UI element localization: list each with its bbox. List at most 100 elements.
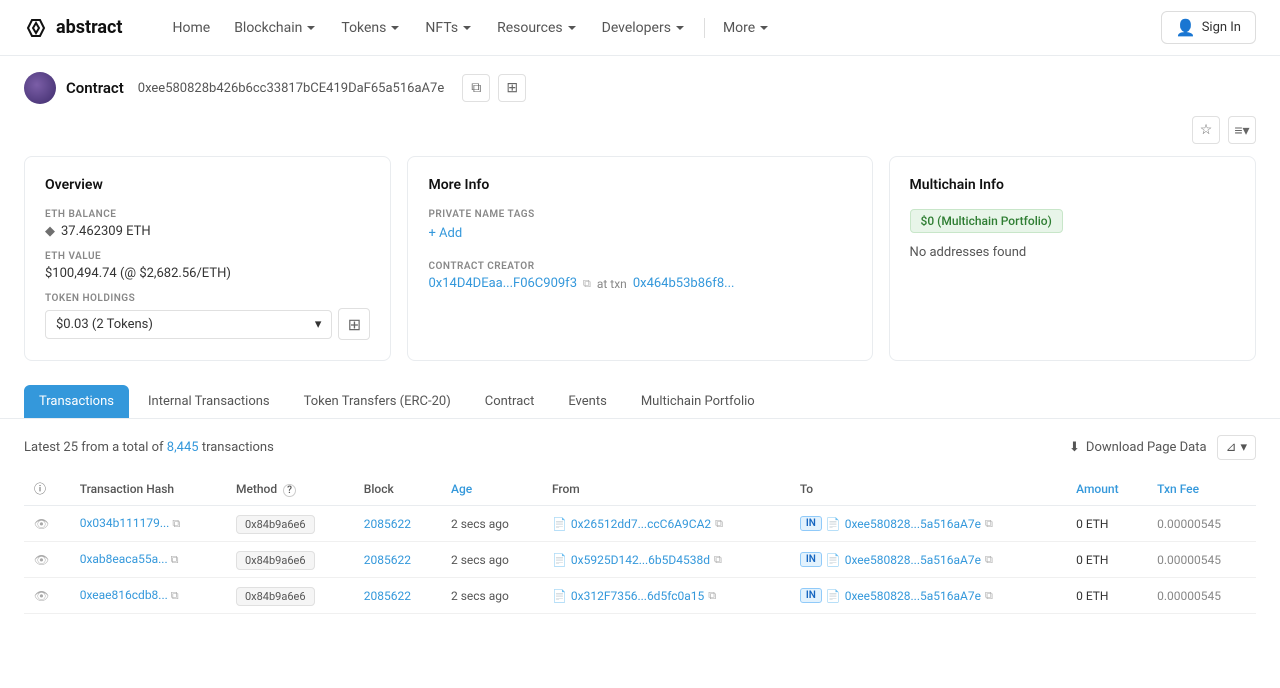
- creator-txn-link[interactable]: 0x464b53b86f8...: [633, 276, 735, 291]
- tab-internal-transactions[interactable]: Internal Transactions: [133, 385, 285, 418]
- toolbar: ☆ ≡▾: [0, 104, 1280, 148]
- method-info-icon[interactable]: ?: [283, 484, 296, 497]
- col-txn-fee: Txn Fee: [1147, 472, 1256, 506]
- nav-developers[interactable]: Developers: [592, 14, 696, 42]
- tab-multichain-portfolio[interactable]: Multichain Portfolio: [626, 385, 770, 418]
- table-row: 👁 0xab8eaca55a... ⧉ 0x84b9a6e6 2085622 2…: [24, 542, 1256, 578]
- eye-icon[interactable]: 👁: [34, 517, 49, 531]
- block-link[interactable]: 2085622: [364, 589, 411, 603]
- from-address-link[interactable]: 0x5925D142...6b5D4538d: [571, 553, 710, 567]
- col-amount: Amount: [1066, 472, 1147, 506]
- block-link[interactable]: 2085622: [364, 517, 411, 531]
- nav-tokens[interactable]: Tokens: [331, 14, 411, 42]
- star-button[interactable]: ☆: [1192, 116, 1220, 144]
- nav-nfts[interactable]: NFTs: [415, 14, 483, 42]
- list-view-button[interactable]: ≡▾: [1228, 116, 1256, 144]
- row-hash: 0xeae816cdb8... ⧉: [70, 578, 226, 614]
- logo[interactable]: abstract: [24, 16, 123, 40]
- row-block: 2085622: [354, 578, 441, 614]
- tx-hash-link[interactable]: 0x034b111179...: [80, 516, 170, 530]
- copy-hash-icon[interactable]: ⧉: [171, 589, 179, 602]
- contract-creator-label: CONTRACT CREATOR: [428, 261, 851, 272]
- block-link[interactable]: 2085622: [364, 553, 411, 567]
- row-eye: 👁: [24, 578, 70, 614]
- tab-token-transfers[interactable]: Token Transfers (ERC-20): [289, 385, 466, 418]
- token-grid-button[interactable]: ⊞: [338, 308, 370, 340]
- nav-home[interactable]: Home: [163, 14, 221, 42]
- row-amount: 0 ETH: [1066, 578, 1147, 614]
- to-address-link[interactable]: 0xee580828...5a516aA7e: [845, 553, 981, 567]
- tab-events[interactable]: Events: [553, 385, 621, 418]
- download-icon: ⬇: [1069, 440, 1080, 455]
- from-address-cell: 📄 0x5925D142...6b5D4538d ⧉: [552, 553, 780, 567]
- token-holdings-label: TOKEN HOLDINGS: [45, 293, 370, 304]
- summary-prefix: Latest 25 from a total of: [24, 440, 164, 455]
- multichain-badge[interactable]: $0 (Multichain Portfolio): [910, 209, 1063, 233]
- eye-icon[interactable]: 👁: [34, 553, 49, 567]
- col-block: Block: [354, 472, 441, 506]
- copy-from-icon[interactable]: ⧉: [708, 589, 716, 603]
- row-eye: 👁: [24, 506, 70, 542]
- to-address-link[interactable]: 0xee580828...5a516aA7e: [845, 517, 981, 531]
- nav-blockchain[interactable]: Blockchain: [224, 14, 327, 42]
- filter-button[interactable]: ⊿ ▾: [1217, 435, 1256, 460]
- filter-icon: ⊿: [1226, 440, 1237, 455]
- copy-to-icon[interactable]: ⧉: [985, 589, 993, 603]
- amount-value: 0 ETH: [1076, 589, 1108, 603]
- qr-code-button[interactable]: ⊞: [498, 74, 526, 102]
- multichain-title: Multichain Info: [910, 177, 1235, 193]
- amount-value: 0 ETH: [1076, 517, 1108, 531]
- copy-hash-icon[interactable]: ⧉: [171, 553, 179, 566]
- row-txn-fee: 0.00000545: [1147, 578, 1256, 614]
- eth-value-label: ETH VALUE: [45, 251, 370, 262]
- row-amount: 0 ETH: [1066, 542, 1147, 578]
- tx-hash-link[interactable]: 0xeae816cdb8...: [80, 588, 168, 602]
- nav-more[interactable]: More: [713, 14, 780, 42]
- copy-to-icon[interactable]: ⧉: [985, 553, 993, 567]
- nav-menu: Home Blockchain Tokens NFTs Resources De…: [163, 14, 1161, 42]
- file-icon: 📄: [552, 517, 567, 531]
- from-address-link[interactable]: 0x312F7356...6d5fc0a15: [571, 589, 704, 603]
- copy-creator-icon[interactable]: ⧉: [583, 277, 591, 291]
- txn-fee-value: 0.00000545: [1157, 517, 1221, 531]
- info-icon: ⓘ: [34, 482, 46, 496]
- row-age: 2 secs ago: [441, 578, 542, 614]
- to-address-link[interactable]: 0xee580828...5a516aA7e: [845, 589, 981, 603]
- nav-resources[interactable]: Resources: [487, 14, 588, 42]
- tab-transactions[interactable]: Transactions: [24, 385, 129, 418]
- token-holdings-row: $0.03 (2 Tokens) ▾ ⊞: [45, 308, 370, 340]
- tx-count-link[interactable]: 8,445: [167, 440, 199, 455]
- from-address-link[interactable]: 0x26512dd7...ccC6A9CA2: [571, 517, 711, 531]
- col-to: To: [790, 472, 1066, 506]
- row-amount: 0 ETH: [1066, 506, 1147, 542]
- chevron-down-icon: ▾: [315, 317, 322, 332]
- private-name-tags-label: PRIVATE NAME TAGS: [428, 209, 851, 220]
- eye-icon[interactable]: 👁: [34, 589, 49, 603]
- age-text: 2 secs ago: [451, 553, 509, 567]
- overview-card: Overview ETH BALANCE ◆ 37.462309 ETH ETH…: [24, 156, 391, 361]
- tab-contract[interactable]: Contract: [470, 385, 550, 418]
- tx-hash-link[interactable]: 0xab8eaca55a...: [80, 552, 168, 566]
- contract-creator-value: 0x14D4DEaa...F06C909f3 ⧉ at txn 0x464b53…: [428, 276, 851, 291]
- token-holdings-dropdown[interactable]: $0.03 (2 Tokens) ▾: [45, 310, 332, 339]
- at-txn-label: at txn: [597, 277, 627, 291]
- summary-suffix: transactions: [202, 440, 274, 455]
- eth-diamond-icon: ◆: [45, 224, 55, 239]
- transactions-table: ⓘ Transaction Hash Method ? Block Age Fr…: [24, 472, 1256, 614]
- file-icon: 📄: [826, 553, 841, 567]
- nav-divider: [704, 18, 705, 38]
- copy-to-icon[interactable]: ⧉: [985, 517, 993, 531]
- copy-from-icon[interactable]: ⧉: [714, 553, 722, 567]
- creator-address-link[interactable]: 0x14D4DEaa...F06C909f3: [428, 276, 577, 291]
- sign-in-button[interactable]: 👤 Sign In: [1161, 11, 1256, 44]
- add-tag-button[interactable]: + Add: [428, 226, 851, 241]
- row-block: 2085622: [354, 542, 441, 578]
- copy-from-icon[interactable]: ⧉: [715, 517, 723, 531]
- copy-hash-icon[interactable]: ⧉: [172, 517, 180, 530]
- more-info-card: More Info PRIVATE NAME TAGS + Add CONTRA…: [407, 156, 872, 361]
- download-button[interactable]: ⬇ Download Page Data: [1069, 440, 1207, 455]
- copy-address-button[interactable]: ⧉: [462, 74, 490, 102]
- row-block: 2085622: [354, 506, 441, 542]
- in-badge: IN: [800, 516, 822, 531]
- page-badge: Contract: [66, 79, 124, 97]
